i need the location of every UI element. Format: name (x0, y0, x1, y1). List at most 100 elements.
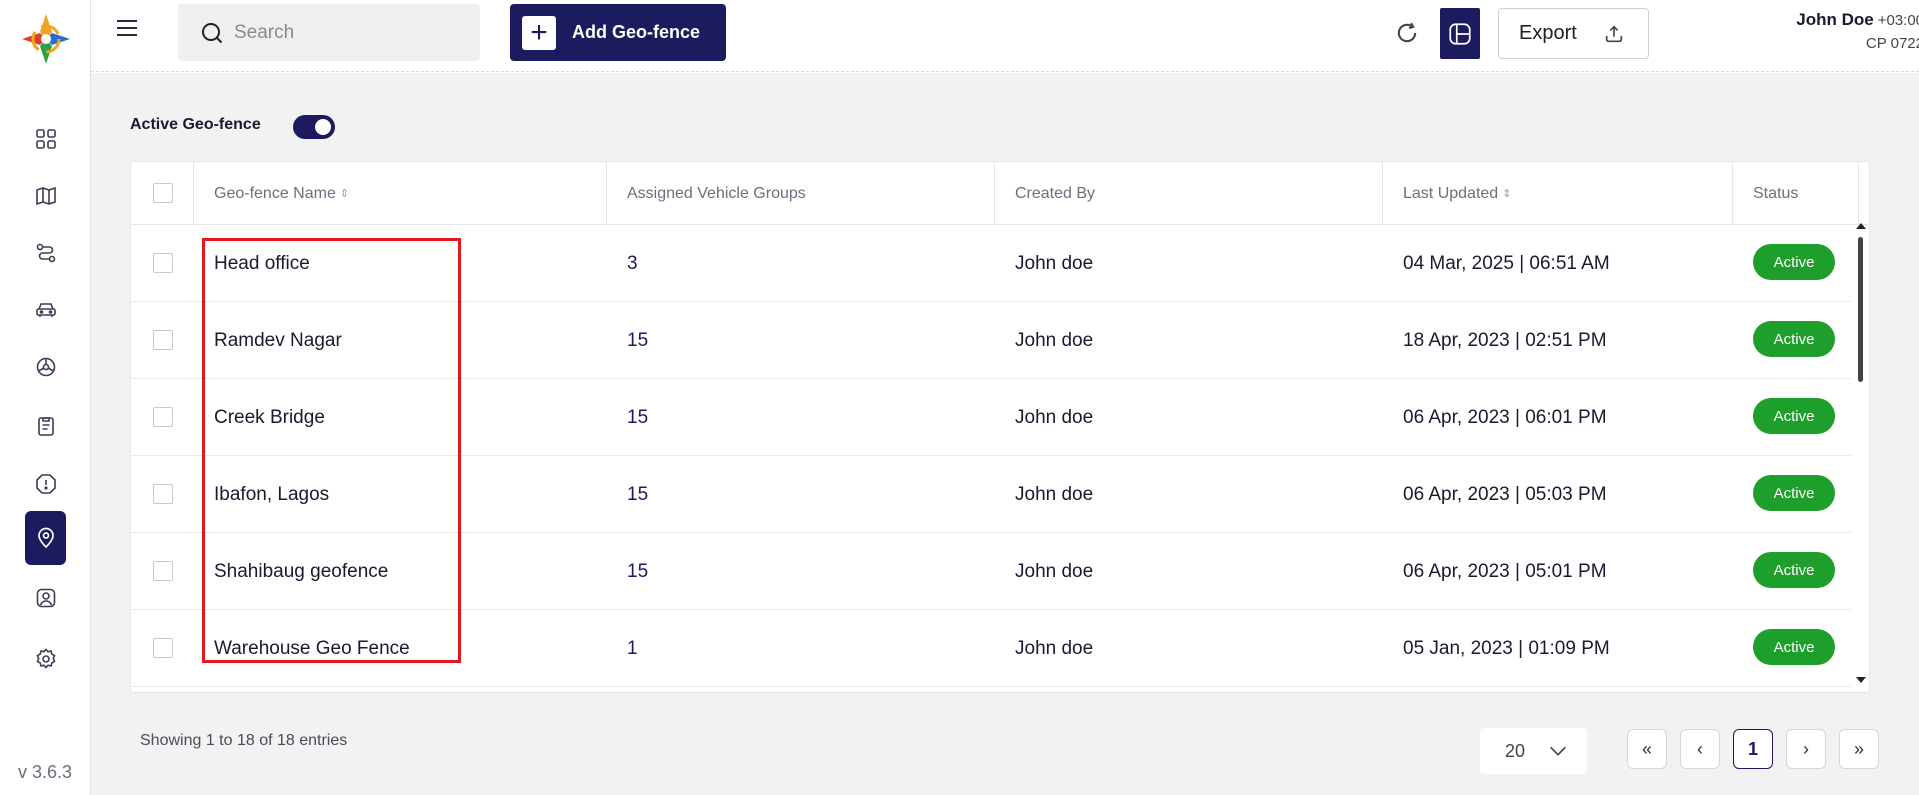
nav-geofence[interactable] (25, 511, 66, 565)
scroll-up-arrow[interactable] (1856, 223, 1866, 229)
clipboard-icon (37, 416, 54, 436)
status-badge: Active (1753, 244, 1835, 280)
table-header: Geo-fence Name ⇕ Assigned Vehicle Groups … (131, 162, 1869, 225)
col-created-by: Created By (995, 162, 1383, 225)
geofence-name-cell[interactable]: Warehouse Geo Fence (214, 610, 410, 687)
sort-icon[interactable]: ⇕ (1502, 187, 1511, 200)
col-last-updated-label: Last Updated (1403, 184, 1499, 202)
geofence-name-cell[interactable]: Head office (214, 225, 310, 302)
add-geofence-button[interactable]: + Add Geo-fence (510, 4, 726, 61)
assigned-groups-cell[interactable]: 1 (627, 610, 638, 687)
active-geofence-toggle[interactable] (293, 115, 335, 139)
col-last-updated[interactable]: Last Updated ⇕ (1383, 162, 1733, 225)
last-updated-cell: 06 Apr, 2023 | 05:03 PM (1403, 483, 1607, 505)
col-geofence-name[interactable]: Geo-fence Name ⇕ (194, 162, 607, 225)
scroll-thumb[interactable] (1858, 237, 1863, 382)
row-checkbox[interactable] (153, 638, 173, 658)
assigned-groups-cell[interactable]: 15 (627, 533, 648, 610)
status-badge: Active (1753, 321, 1835, 357)
nav-profile[interactable] (25, 577, 66, 618)
nav-tires[interactable] (25, 346, 66, 387)
header-select-cell (131, 162, 194, 225)
scroll-down-arrow[interactable] (1856, 677, 1866, 683)
col-assigned-groups-label: Assigned Vehicle Groups (627, 184, 806, 202)
select-all-checkbox[interactable] (153, 183, 173, 203)
menu-hamburger-icon[interactable] (117, 20, 139, 42)
page-size-select[interactable]: 20 (1480, 728, 1587, 774)
status-badge: Active (1753, 629, 1835, 665)
layout-toggle-button[interactable] (1440, 8, 1480, 59)
nav-alerts[interactable] (25, 463, 66, 504)
export-label: Export (1519, 22, 1577, 44)
col-status: Status (1733, 162, 1859, 225)
app-version: v 3.6.3 (18, 762, 73, 782)
nav-reports[interactable] (25, 405, 66, 446)
route-icon (36, 243, 55, 262)
last-updated-cell: 04 Mar, 2025 | 06:51 AM (1403, 252, 1610, 274)
export-button[interactable]: Export (1498, 8, 1649, 59)
row-checkbox[interactable] (153, 484, 173, 504)
plus-icon: + (522, 15, 556, 50)
settings-gear-icon (35, 647, 56, 669)
assigned-groups-cell[interactable]: 15 (627, 456, 648, 533)
row-checkbox[interactable] (153, 407, 173, 427)
nav-vehicles[interactable] (25, 289, 66, 330)
col-status-label: Status (1753, 184, 1799, 202)
created-by-cell: John doe (1015, 637, 1094, 659)
table-scrollbar[interactable] (1856, 223, 1866, 692)
row-checkbox[interactable] (153, 330, 173, 350)
col-geofence-name-label: Geo-fence Name (214, 184, 336, 202)
geofence-name-cell[interactable]: Ibafon, Lagos (214, 456, 329, 533)
user-name: John Doe+03:00 (1699, 10, 1919, 30)
alert-icon (35, 473, 56, 494)
page-number-button[interactable]: 1 (1733, 729, 1773, 769)
user-timezone: +03:00 (1877, 12, 1919, 29)
created-by-cell: John doe (1015, 329, 1094, 351)
search-box[interactable] (178, 4, 480, 61)
first-page-button[interactable]: « (1627, 729, 1667, 769)
table-row[interactable]: Warehouse Geo Fence 1 John doe 05 Jan, 2023… (131, 610, 1851, 687)
main-content: Active Geo-fence Geo-fence Name ⇕ Assigne… (91, 73, 1919, 795)
nav-dashboard[interactable] (25, 118, 66, 159)
last-updated-cell: 06 Apr, 2023 | 05:01 PM (1403, 560, 1607, 582)
assigned-groups-cell[interactable]: 15 (627, 302, 648, 379)
next-page-button[interactable]: › (1786, 729, 1826, 769)
vehicle-icon (35, 302, 56, 317)
col-assigned-groups: Assigned Vehicle Groups (607, 162, 995, 225)
row-checkbox[interactable] (153, 561, 173, 581)
search-icon (202, 22, 223, 43)
chevron-down-icon (1550, 746, 1566, 756)
tire-icon (36, 357, 55, 376)
assigned-groups-cell[interactable]: 3 (627, 225, 638, 302)
table-row[interactable]: Ibafon, Lagos 15 John doe 06 Apr, 2023 | 05… (131, 456, 1851, 533)
row-checkbox[interactable] (153, 253, 173, 273)
table-row[interactable]: Shahibaug geofence 15 John doe 06 Apr, 2023… (131, 533, 1851, 610)
sidebar: v 3.6.3 (0, 0, 91, 795)
geofence-name-cell[interactable]: Shahibaug geofence (214, 533, 388, 610)
nav-routes[interactable] (25, 232, 66, 273)
table-row[interactable]: Ramdev Nagar 15 John doe 18 Apr, 2023 | 02:… (131, 302, 1851, 379)
search-input[interactable] (234, 21, 454, 44)
upload-icon (1605, 24, 1622, 42)
last-page-button[interactable]: » (1839, 729, 1879, 769)
last-updated-cell: 05 Jan, 2023 | 01:09 PM (1403, 637, 1610, 659)
page-size-value: 20 (1505, 740, 1526, 761)
sort-icon[interactable]: ⇕ (340, 187, 349, 200)
table-row[interactable]: Creek Bridge 15 John doe 06 Apr, 2023 | 06:… (131, 379, 1851, 456)
table-row[interactable]: Head office 3 John doe 04 Mar, 2025 | 06:51… (131, 225, 1851, 302)
created-by-cell: John doe (1015, 483, 1094, 505)
geofence-name-cell[interactable]: Creek Bridge (214, 379, 325, 456)
created-by-cell: John doe (1015, 406, 1094, 428)
add-geofence-label: Add Geo-fence (572, 22, 701, 42)
nav-map[interactable] (25, 175, 66, 216)
prev-page-button[interactable]: ‹ (1680, 729, 1720, 769)
assigned-groups-cell[interactable]: 15 (627, 379, 648, 456)
map-icon (35, 186, 56, 205)
last-updated-cell: 18 Apr, 2023 | 02:51 PM (1403, 329, 1607, 351)
refresh-icon[interactable] (1393, 19, 1421, 47)
created-by-cell: John doe (1015, 252, 1094, 274)
geofence-name-cell[interactable]: Ramdev Nagar (214, 302, 342, 379)
created-by-cell: John doe (1015, 560, 1094, 582)
geofence-table: Geo-fence Name ⇕ Assigned Vehicle Groups … (130, 161, 1870, 693)
nav-settings[interactable] (25, 638, 66, 679)
